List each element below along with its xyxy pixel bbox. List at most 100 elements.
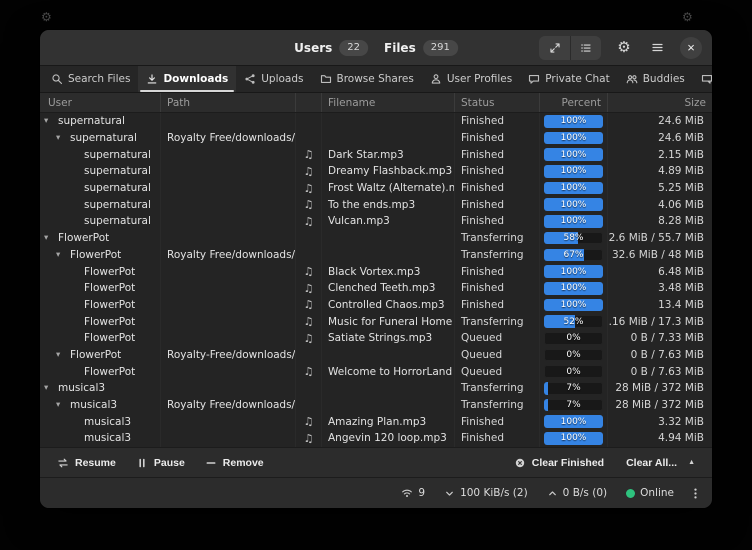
path-cell: Royalty Free/downloads/nicoti: [161, 397, 296, 414]
tab-browse-shares[interactable]: Browse Shares: [312, 66, 422, 92]
filename-cell: [322, 380, 455, 397]
clear-finished-button[interactable]: Clear Finished: [505, 453, 613, 473]
users-count-badge: 22: [339, 40, 368, 56]
expander-icon[interactable]: ▾: [44, 234, 55, 243]
progress-bar: 100%: [544, 282, 603, 295]
upload-speed[interactable]: 0 B/s (0): [539, 484, 615, 502]
statusbar-menu-button[interactable]: [685, 482, 705, 504]
percent-cell: 0%: [540, 363, 608, 380]
progress-bar: 100%: [544, 165, 603, 178]
path-cell: [161, 263, 296, 280]
user-name: FlowerPot: [84, 266, 135, 278]
user-cell: musical3: [40, 430, 161, 447]
file-icon-cell: [296, 230, 322, 247]
filename-cell: Amazing Plan.mp3: [322, 413, 455, 430]
transfer-row[interactable]: FlowerPot♫Black Vortex.mp3Finished100%6.…: [40, 263, 712, 280]
status-cell: Finished: [455, 263, 540, 280]
status-cell: Finished: [455, 280, 540, 297]
progress-bar: 67%: [544, 249, 603, 262]
transfer-row[interactable]: musical3♫Angevin 120 loop.mp3Finished100…: [40, 430, 712, 447]
toggle-compact-view-button[interactable]: [539, 36, 570, 60]
tab-private-chat[interactable]: Private Chat: [520, 66, 617, 92]
remove-button[interactable]: Remove: [196, 453, 273, 473]
size-cell: 32.6 MiB / 55.7 MiB: [608, 230, 712, 247]
resume-button[interactable]: Resume: [48, 453, 125, 473]
main-menu-button[interactable]: [647, 36, 667, 60]
audio-file-icon: ♫: [304, 182, 314, 195]
transfer-row[interactable]: ▾FlowerPotRoyalty Free/downloads/nicotiT…: [40, 247, 712, 264]
online-status[interactable]: Online: [618, 484, 682, 502]
column-header-filename[interactable]: Filename: [322, 93, 455, 112]
transfer-row[interactable]: supernatural♫Dreamy Flashback.mp3Finishe…: [40, 163, 712, 180]
transfer-row[interactable]: musical3♫Amazing Plan.mp3Finished100%3.3…: [40, 413, 712, 430]
percent-cell: 100%: [540, 113, 608, 130]
close-button[interactable]: ×: [680, 37, 702, 59]
tab-user-profiles[interactable]: User Profiles: [422, 66, 520, 92]
transfer-row[interactable]: FlowerPot♫Satiate Strings.mp3Queued0%0 B…: [40, 330, 712, 347]
transfer-row[interactable]: supernatural♫Frost Waltz (Alternate).mp3…: [40, 180, 712, 197]
header-bar[interactable]: Users 22 Files 291 ⚙ ×: [40, 30, 712, 66]
transfer-row[interactable]: supernatural♫Dark Star.mp3Finished100%2.…: [40, 146, 712, 163]
user-cell: FlowerPot: [40, 280, 161, 297]
transfer-row[interactable]: FlowerPot♫Controlled Chaos.mp3Finished10…: [40, 297, 712, 314]
user-cell: supernatural: [40, 180, 161, 197]
expander-icon[interactable]: ▾: [44, 384, 55, 393]
tab-buddies[interactable]: Buddies: [618, 66, 693, 92]
status-cell: Finished: [455, 130, 540, 147]
file-icon-cell: ♫: [296, 196, 322, 213]
transfer-row[interactable]: ▾supernaturalRoyalty Free/downloads/nico…: [40, 130, 712, 147]
expander-icon[interactable]: ▾: [44, 117, 55, 126]
transfer-row[interactable]: supernatural♫To the ends.mp3Finished100%…: [40, 196, 712, 213]
column-header-path[interactable]: Path: [161, 93, 296, 112]
user-name: supernatural: [58, 115, 125, 127]
transfer-row[interactable]: ▾supernaturalFinished100%24.6 MiB: [40, 113, 712, 130]
filename-cell: Vulcan.mp3: [322, 213, 455, 230]
user-cell: ▾supernatural: [40, 130, 161, 147]
expander-icon[interactable]: ▾: [56, 134, 67, 143]
pause-button[interactable]: Pause: [127, 453, 194, 473]
preferences-button[interactable]: ⚙: [614, 36, 634, 60]
status-cell: Transferring: [455, 380, 540, 397]
transfer-row[interactable]: ▾musical3Royalty Free/downloads/nicotiTr…: [40, 397, 712, 414]
column-header-user[interactable]: User: [40, 93, 161, 112]
connection-stats[interactable]: 9: [393, 484, 433, 502]
progress-label: 100%: [544, 198, 603, 211]
tab-uploads[interactable]: Uploads: [236, 66, 311, 92]
user-name: musical3: [84, 432, 131, 444]
column-header-percent[interactable]: Percent: [540, 93, 608, 112]
tab-chat-rooms[interactable]: Chat Rooms: [693, 66, 712, 92]
audio-file-icon: ♫: [304, 198, 314, 211]
tab-label: Browse Shares: [337, 73, 414, 85]
expander-icon[interactable]: ▾: [56, 251, 67, 260]
progress-label: 52%: [544, 315, 603, 328]
progress-label: 100%: [544, 265, 603, 278]
expander-icon[interactable]: ▾: [56, 351, 67, 360]
progress-label: 100%: [544, 282, 603, 295]
clear-all-button[interactable]: Clear All... ▲: [617, 453, 704, 473]
download-speed[interactable]: 100 KiB/s (2): [436, 484, 536, 502]
caret-up-icon: ▲: [688, 459, 695, 466]
transfer-row[interactable]: ▾FlowerPotTransferring58%32.6 MiB / 55.7…: [40, 230, 712, 247]
size-cell: 3.48 MiB: [608, 280, 712, 297]
column-header-file-icon[interactable]: [296, 93, 322, 112]
tab-search-files[interactable]: Search Files: [43, 66, 138, 92]
expander-icon[interactable]: ▾: [56, 401, 67, 410]
column-header-status[interactable]: Status: [455, 93, 540, 112]
transfer-row[interactable]: FlowerPot♫Music for Funeral Home - Part …: [40, 313, 712, 330]
transfer-row[interactable]: FlowerPot♫Welcome to HorrorLand - hi.mp3…: [40, 363, 712, 380]
user-cell: ▾FlowerPot: [40, 247, 161, 264]
transfer-row[interactable]: ▾FlowerPotRoyalty-Free/downloads/nicotiQ…: [40, 347, 712, 364]
room-list-button[interactable]: [570, 36, 601, 60]
tab-downloads[interactable]: Downloads: [138, 66, 236, 92]
percent-cell: 7%: [540, 380, 608, 397]
gear-icon: ⚙: [617, 40, 630, 55]
transfer-row[interactable]: ▾musical3Transferring7%28 MiB / 372 MiB: [40, 380, 712, 397]
column-header-size[interactable]: Size: [608, 93, 712, 112]
transfer-row[interactable]: supernatural♫Vulcan.mp3Finished100%8.28 …: [40, 213, 712, 230]
hamburger-menu-icon: [651, 41, 664, 54]
file-icon-cell: ♫: [296, 180, 322, 197]
transfer-row[interactable]: FlowerPot♫Clenched Teeth.mp3Finished100%…: [40, 280, 712, 297]
user-name: FlowerPot: [70, 249, 121, 261]
user-cell: ▾FlowerPot: [40, 347, 161, 364]
file-icon-cell: [296, 347, 322, 364]
